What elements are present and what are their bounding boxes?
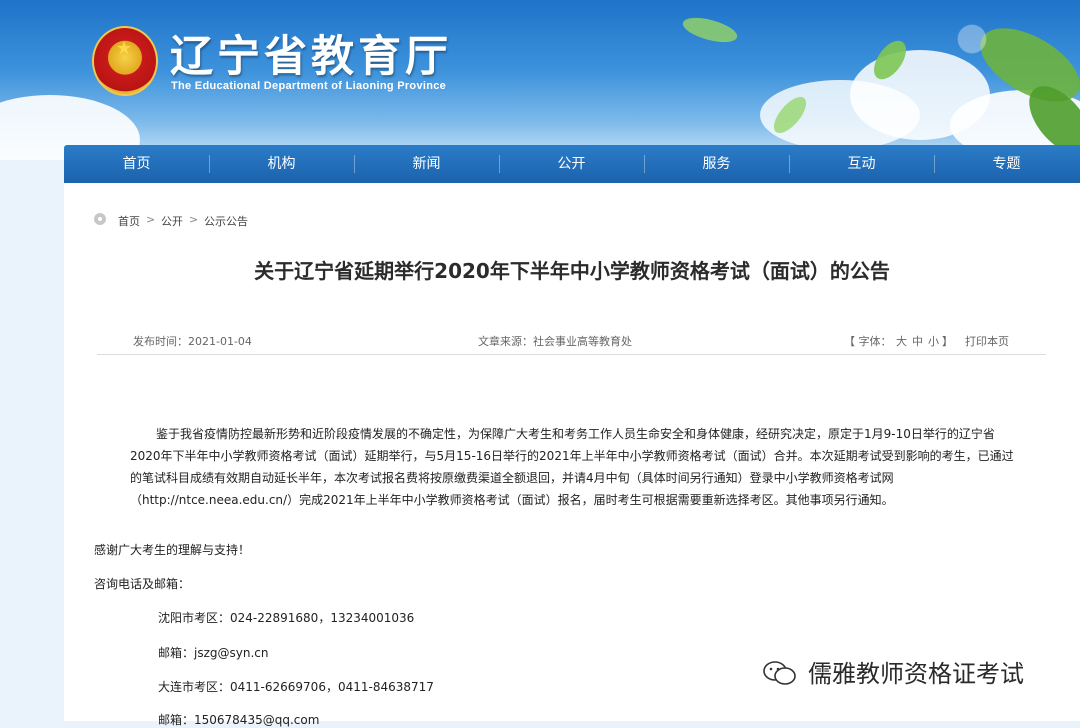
main-nav: 首页 机构 新闻 公开 服务 互动 专题 [64, 145, 1080, 183]
thanks-line: 感谢广大考生的理解与支持！ [94, 543, 251, 557]
font-size-medium[interactable]: 中 [912, 333, 923, 349]
nav-item-interaction[interactable]: 互动 [789, 145, 934, 183]
site-title[interactable]: 辽宁省教育厅 [170, 22, 452, 84]
leaf-decoration [682, 17, 1080, 154]
breadcrumb-announcements[interactable]: 公示公告 [204, 213, 248, 229]
font-size-label: 【 字体： [844, 335, 892, 348]
article-paragraph: 鉴于我省疫情防控最新形势和近阶段疫情发展的不确定性，为保障广大考生和考务工作人员… [130, 427, 1014, 507]
font-size-large[interactable]: 大 [896, 333, 907, 349]
provincial-emblem-icon: ★ [92, 26, 158, 96]
dalian-phone: 大连市考区：0411-62669706，0411-84638717 [158, 680, 434, 694]
nav-item-organization[interactable]: 机构 [209, 145, 354, 183]
contact-heading: 咨询电话及邮箱： [94, 577, 191, 591]
breadcrumb-separator: > [146, 213, 156, 226]
site-subtitle: The Educational Department of Liaoning P… [171, 80, 447, 92]
print-page-link[interactable]: 打印本页 [965, 333, 1009, 349]
article-source: 文章来源：社会事业高等教育处 [478, 335, 632, 348]
breadcrumb-home[interactable]: 首页 [118, 213, 140, 229]
nav-item-public[interactable]: 公开 [499, 145, 644, 183]
nav-item-topics[interactable]: 专题 [934, 145, 1079, 183]
watermark-text: 儒雅教师资格证考试 [808, 660, 1024, 688]
wechat-icon [763, 661, 796, 685]
font-size-close: 】 [942, 335, 953, 348]
breadcrumb-separator: > [189, 213, 199, 226]
breadcrumb-public[interactable]: 公开 [161, 213, 183, 229]
article-title: 关于辽宁省延期举行2020年下半年中小学教师资格考试（面试）的公告 [254, 259, 890, 283]
dalian-email: 邮箱：150678435@qq.com [158, 713, 320, 727]
nav-item-news[interactable]: 新闻 [354, 145, 499, 183]
shenyang-email: 邮箱：jszg@syn.cn [158, 646, 269, 660]
site-banner: ★ 辽宁省教育厅 The Educational Department of L… [0, 0, 1080, 160]
font-size-small[interactable]: 小 [928, 333, 939, 349]
nav-item-home[interactable]: 首页 [64, 145, 209, 183]
nav-item-services[interactable]: 服务 [644, 145, 789, 183]
article-panel: 首页 > 公开 > 公示公告 关于辽宁省延期举行2020年下半年中小学教师资格考… [64, 183, 1080, 721]
location-pin-icon [94, 213, 106, 225]
shenyang-phone: 沈阳市考区：024-22891680，13234001036 [158, 611, 415, 625]
article-body: 鉴于我省疫情防控最新形势和近阶段疫情发展的不确定性，为保障广大考生和考务工作人员… [130, 423, 1014, 511]
publish-time: 发布时间：2021-01-04 [133, 335, 252, 348]
meta-divider [97, 354, 1046, 355]
